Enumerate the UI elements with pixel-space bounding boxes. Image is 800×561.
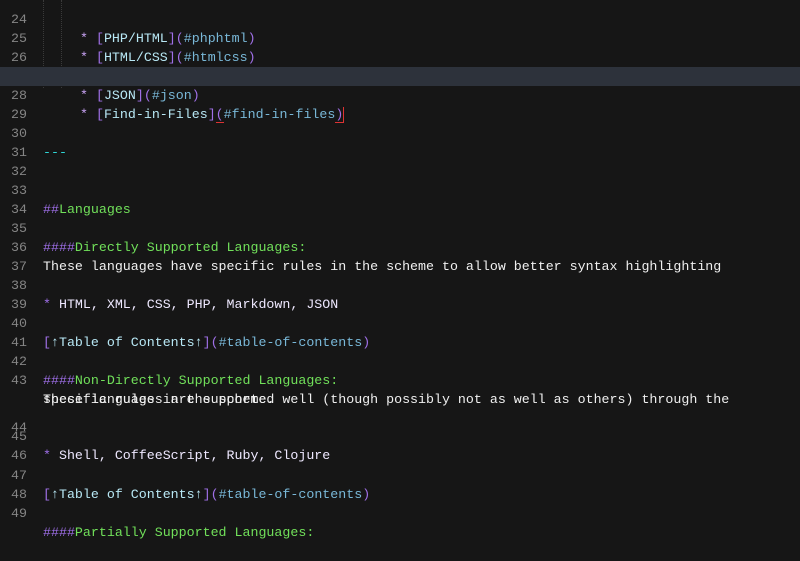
code-line[interactable]: 31 (0, 124, 800, 160)
code-line[interactable]: 39 (0, 276, 800, 312)
heading-text: Partially Supported Languages: (74, 525, 315, 540)
code-line[interactable]: 29 (0, 86, 800, 122)
code-line[interactable]: 25 * [HTML/CSS](#htmlcss) (0, 10, 800, 65)
heading-marker: #### (43, 525, 75, 540)
code-line[interactable]: 45 * Shell, CoffeeScript, Ruby, Clojure (0, 408, 800, 463)
code-line[interactable]: 27 * [JSON](#json) (0, 48, 800, 103)
code-line[interactable]: 46 (0, 427, 800, 463)
code-line[interactable]: 34 (0, 181, 800, 217)
code-line[interactable]: 30 --- (0, 105, 800, 160)
code-line[interactable]: 41 (0, 314, 800, 350)
code-line[interactable]: 32 (0, 143, 800, 179)
code-line[interactable]: 38 * HTML, XML, CSS, PHP, Markdown, JSON (0, 257, 800, 312)
code-line[interactable]: 37 (0, 238, 800, 274)
code-line[interactable]: 26 * [Markdown](#markdown) (0, 29, 800, 84)
line-number: 49 (11, 506, 27, 521)
code-line[interactable]: 40 [↑Table of Contents↑](#table-of-conte… (0, 295, 800, 350)
code-line[interactable]: 42 ####Non-Directly Supported Languages: (0, 333, 800, 388)
code-line[interactable]: 35 ####Directly Supported Languages: (0, 200, 800, 255)
code-line-wrap[interactable]: specific rules in the scheme. (0, 371, 800, 407)
code-line[interactable]: 24 * [PHP/HTML](#phphtml) (0, 0, 800, 46)
code-line[interactable]: 48 (0, 466, 800, 502)
code-line[interactable]: 36 These languages have specific rules i… (0, 219, 800, 274)
code-line[interactable]: 33 ##Languages (0, 162, 800, 217)
code-line-active[interactable]: 28 * [Find-in-Files](#find-in-files) (0, 67, 800, 123)
code-line[interactable]: 47 [↑Table of Contents↑](#table-of-conte… (0, 447, 800, 502)
code-line[interactable]: 49 ####Partially Supported Languages: (0, 485, 800, 540)
code-line[interactable]: 43 These languages are supported well (t… (0, 352, 800, 407)
code-editor[interactable]: 24 * [PHP/HTML](#phphtml) 25 * [HTML/CSS… (0, 0, 800, 540)
